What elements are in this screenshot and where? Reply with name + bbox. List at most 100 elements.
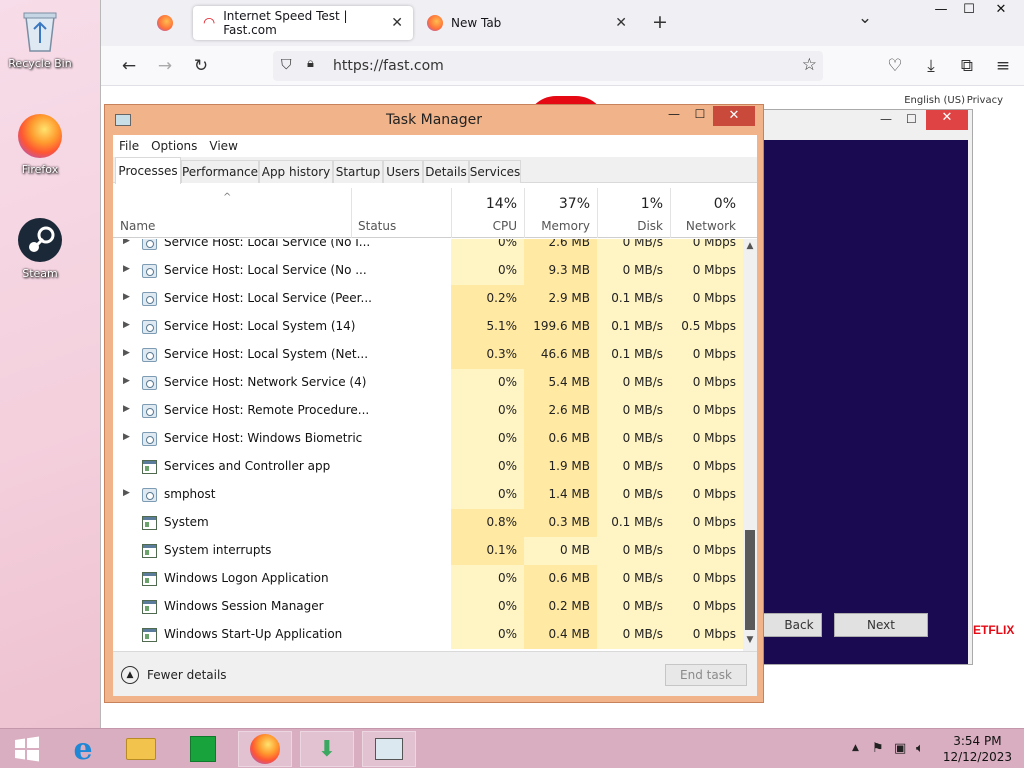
dialog-minimize-button[interactable]: — — [880, 112, 892, 126]
scrollbar-thumb[interactable] — [745, 530, 755, 630]
desktop-icon-recycle-bin[interactable]: Recycle Bin — [0, 6, 80, 70]
taskbar-internet-explorer[interactable]: e — [56, 731, 110, 767]
process-row[interactable]: ▶ smphost 0% 1.4 MB 0 MB/s 0 Mbps — [113, 481, 743, 509]
tab-new-tab[interactable]: New Tab ✕ — [417, 6, 637, 40]
forward-icon[interactable]: → — [153, 54, 177, 78]
tab-pinned-firefox[interactable] — [147, 6, 185, 40]
dialog-close-button[interactable]: ✕ — [926, 110, 968, 130]
tab-close-button[interactable]: ✕ — [615, 15, 627, 31]
process-row[interactable]: System 0.8% 0.3 MB 0.1 MB/s 0 Mbps — [113, 509, 743, 537]
bookmark-star-icon[interactable]: ☆ — [802, 55, 817, 75]
extensions-icon[interactable]: ⧉ — [955, 54, 979, 78]
process-row[interactable]: ▶ Service Host: Windows Biometric 0% 0.6 MB… — [113, 425, 743, 453]
maximize-button[interactable]: ☐ — [687, 107, 713, 121]
chevron-up-icon[interactable]: ▲ — [121, 666, 139, 684]
tab-fast-com[interactable]: ◠ Internet Speed Test | Fast.com ✕ — [193, 6, 413, 40]
desktop-icon-firefox[interactable]: Firefox — [0, 112, 80, 176]
dialog-back-button[interactable]: Back — [762, 613, 822, 637]
tab-startup[interactable]: Startup — [333, 160, 383, 183]
process-network-value: 0 Mbps — [670, 593, 743, 621]
close-button[interactable]: ✕ — [981, 2, 1021, 17]
process-row[interactable]: ▶ Service Host: Remote Procedure... 0% 2.6 … — [113, 397, 743, 425]
column-header-name[interactable]: Name — [113, 184, 351, 238]
process-row[interactable]: Services and Controller app 0% 1.9 MB 0 MB/… — [113, 453, 743, 481]
tab-close-button[interactable]: ✕ — [391, 15, 403, 31]
tab-processes[interactable]: Processes — [115, 157, 181, 184]
application-window-icon — [142, 628, 157, 642]
vertical-scrollbar[interactable]: ▲ ▼ — [743, 239, 757, 651]
process-row[interactable]: ▶ Service Host: Local System (14) 5.1% 199.… — [113, 313, 743, 341]
end-task-button[interactable]: End task — [665, 664, 747, 686]
expand-chevron-icon[interactable]: ▶ — [123, 488, 130, 498]
url-text: https://fast.com — [333, 58, 444, 74]
column-header-cpu[interactable]: 14% CPU — [451, 184, 524, 238]
clock[interactable]: 3:54 PM 12/12/2023 — [943, 733, 1012, 765]
tab-app-history[interactable]: App history — [259, 160, 333, 183]
volume-muted-icon[interactable]: 🔈︎ — [916, 741, 924, 756]
menu-icon[interactable]: ≡ — [991, 54, 1015, 78]
taskbar-task-manager[interactable] — [362, 731, 416, 767]
process-row[interactable]: Windows Start-Up Application 0% 0.4 MB 0 MB… — [113, 621, 743, 649]
process-cpu-value: 0% — [451, 239, 524, 257]
expand-chevron-icon[interactable]: ▶ — [123, 239, 130, 246]
process-row[interactable]: Windows Logon Application 0% 0.6 MB 0 MB/s 0… — [113, 565, 743, 593]
expand-chevron-icon[interactable]: ▶ — [123, 432, 130, 442]
reload-icon[interactable]: ↻ — [189, 54, 213, 78]
process-cpu-value: 0% — [451, 425, 524, 453]
download-icon[interactable]: ⤓ — [919, 54, 943, 78]
process-row[interactable]: ▶ Service Host: Local System (Net... 0.3% 4… — [113, 341, 743, 369]
scroll-up-icon[interactable]: ▲ — [743, 241, 757, 255]
process-row[interactable]: Windows Session Manager 0% 0.2 MB 0 MB/s 0 M… — [113, 593, 743, 621]
task-manager-titlebar[interactable]: Task Manager — ☐ ✕ — [105, 105, 763, 135]
menu-bar: File Options View — [113, 135, 757, 157]
process-row[interactable]: ▶ Service Host: Local Service (No ... 0% 9.… — [113, 257, 743, 285]
taskbar-file-explorer[interactable] — [114, 731, 168, 767]
tab-performance[interactable]: Performance — [181, 160, 259, 183]
expand-chevron-icon[interactable]: ▶ — [123, 348, 130, 358]
process-network-value: 0 Mbps — [670, 239, 743, 257]
process-network-value: 0 Mbps — [670, 453, 743, 481]
tab-bar: ◠ Internet Speed Test | Fast.com ✕ New T… — [101, 0, 1024, 46]
list-all-tabs-button[interactable]: ⌄ — [853, 6, 877, 30]
fewer-details-link[interactable]: Fewer details — [147, 668, 227, 682]
flag-icon[interactable]: ⚑ — [872, 741, 884, 756]
taskbar-installer[interactable]: ⬇ — [300, 731, 354, 767]
start-button[interactable] — [0, 731, 54, 767]
new-tab-button[interactable]: + — [648, 10, 672, 34]
tab-details[interactable]: Details — [423, 160, 469, 183]
process-row[interactable]: ▶ Service Host: Local Service (Peer... 0.2… — [113, 285, 743, 313]
process-disk-value: 0 MB/s — [597, 481, 670, 509]
menu-file[interactable]: File — [113, 139, 145, 153]
desktop-icon-steam[interactable]: Steam — [0, 216, 80, 280]
back-icon[interactable]: ← — [117, 54, 141, 78]
minimize-button[interactable]: — — [661, 107, 687, 121]
network-icon[interactable]: ▣ — [894, 741, 906, 756]
column-header-disk[interactable]: 1% Disk — [597, 184, 670, 238]
column-header-memory[interactable]: 37% Memory — [524, 184, 597, 238]
expand-chevron-icon[interactable]: ▶ — [123, 404, 130, 414]
privacy-link[interactable]: Privacy — [967, 95, 1003, 106]
tab-users[interactable]: Users — [383, 160, 423, 183]
taskbar-store[interactable] — [176, 731, 230, 767]
tab-services[interactable]: Services — [469, 160, 521, 183]
close-button[interactable]: ✕ — [713, 106, 755, 126]
process-row[interactable]: ▶ Service Host: Local Service (No I... 0% 2… — [113, 239, 743, 257]
show-hidden-icons-icon[interactable]: ▲ — [852, 743, 859, 753]
dialog-next-button[interactable]: Next — [834, 613, 928, 637]
menu-view[interactable]: View — [203, 139, 243, 153]
taskbar-firefox[interactable] — [238, 731, 292, 767]
scroll-down-icon[interactable]: ▼ — [743, 635, 757, 649]
expand-chevron-icon[interactable]: ▶ — [123, 320, 130, 330]
process-row[interactable]: ▶ Service Host: Network Service (4) 0% 5.4 … — [113, 369, 743, 397]
column-header-network[interactable]: 0% Network — [670, 184, 743, 238]
dialog-maximize-button[interactable]: ☐ — [906, 112, 917, 126]
column-header-status[interactable]: Status — [351, 184, 451, 238]
expand-chevron-icon[interactable]: ▶ — [123, 264, 130, 274]
expand-chevron-icon[interactable]: ▶ — [123, 376, 130, 386]
expand-chevron-icon[interactable]: ▶ — [123, 292, 130, 302]
language-selector[interactable]: English (US) — [904, 95, 965, 106]
pocket-icon[interactable]: ♡ — [883, 54, 907, 78]
process-row[interactable]: System interrupts 0.1% 0 MB 0 MB/s 0 Mbps — [113, 537, 743, 565]
menu-options[interactable]: Options — [145, 139, 203, 153]
url-bar[interactable]: ⛉ 🔒︎ https://fast.com ☆ — [273, 51, 823, 81]
